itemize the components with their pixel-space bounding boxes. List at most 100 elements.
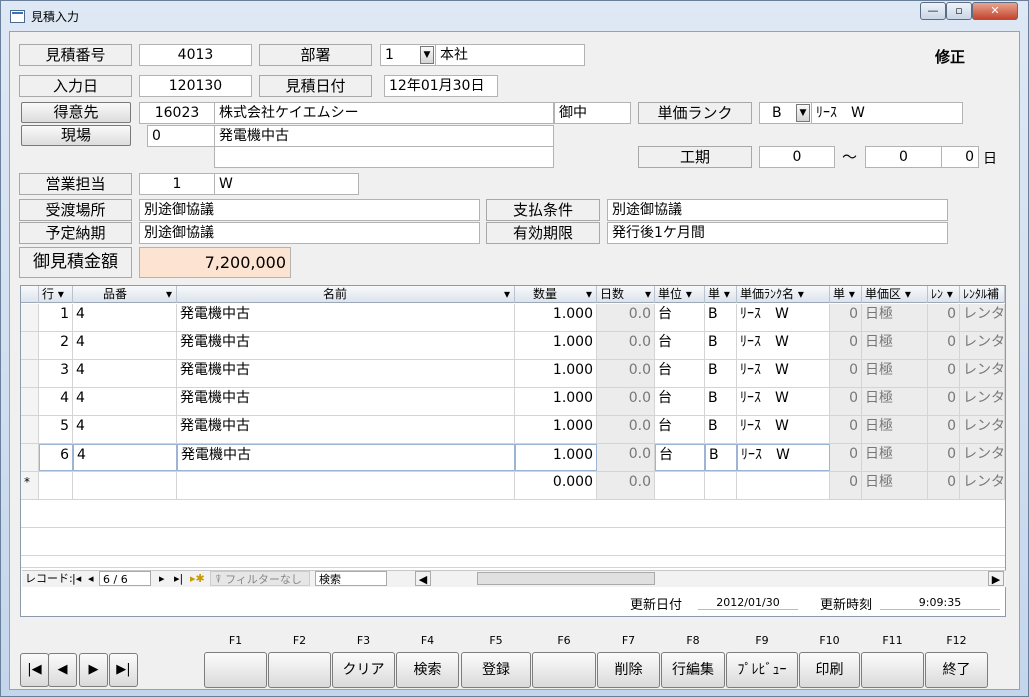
customer-button[interactable]: 得意先 — [21, 102, 131, 123]
first-record-button[interactable]: |◀ — [20, 653, 49, 687]
cell-rank[interactable]: B — [705, 304, 737, 331]
cell-rental[interactable]: レンタ — [960, 444, 1005, 471]
prev-record-button[interactable]: ◀ — [48, 653, 77, 687]
cell-name[interactable]: 発電機中古 — [177, 304, 515, 331]
cell-rank-name[interactable]: ﾘｰｽ W — [737, 332, 830, 359]
cell-qty[interactable]: 0.000 — [515, 472, 597, 499]
cell-code[interactable]: 4 — [73, 332, 177, 359]
cell-qty[interactable]: 1.000 — [515, 304, 597, 331]
cell-code[interactable]: 4 — [73, 388, 177, 415]
cell-name[interactable]: 発電機中古 — [177, 444, 515, 471]
cell-u[interactable]: 0 — [830, 360, 862, 387]
cell-rank-name[interactable] — [737, 472, 830, 499]
cell-days[interactable]: 0.0 — [597, 444, 655, 471]
cell-u[interactable]: 0 — [830, 444, 862, 471]
col-unit[interactable]: 単位 ▾ — [655, 286, 705, 303]
cell-unit[interactable]: 台 — [655, 388, 705, 415]
cell-days[interactable]: 0.0 — [597, 416, 655, 443]
cell-code[interactable]: 4 — [73, 304, 177, 331]
table-row[interactable]: 3 4 発電機中古 1.000 0.0 台 B ﾘｰｽ W 0 日極 0 レンタ — [21, 360, 1005, 388]
new-row[interactable]: * 0.000 0.0 0 日極 0 レンタ — [21, 472, 1005, 500]
cell-price-div[interactable]: 日極 — [862, 360, 928, 387]
fkey-button-f8[interactable]: 行編集 — [661, 652, 725, 688]
cell-rank-name[interactable]: ﾘｰｽ W — [737, 304, 830, 331]
table-row[interactable]: 4 4 発電機中古 1.000 0.0 台 B ﾘｰｽ W 0 日極 0 レンタ — [21, 388, 1005, 416]
cell-rank-name[interactable]: ﾘｰｽ W — [737, 416, 830, 443]
cell-rank-name[interactable]: ﾘｰｽ W — [737, 388, 830, 415]
col-days[interactable]: 日数 ▾ — [597, 286, 655, 303]
maximize-button[interactable]: ▫ — [946, 2, 972, 20]
cell-rental[interactable]: レンタ — [960, 416, 1005, 443]
customer-code-field[interactable]: 16023 — [139, 102, 215, 124]
fkey-button-f7[interactable]: 削除 — [597, 652, 660, 688]
cell-unit[interactable] — [655, 472, 705, 499]
cell-name[interactable]: 発電機中古 — [177, 416, 515, 443]
first-record-icon[interactable]: |◂ — [72, 571, 81, 586]
scroll-right-icon[interactable]: ▶ — [988, 571, 1004, 586]
cell-line[interactable]: 6 — [39, 444, 73, 471]
cell-u[interactable]: 0 — [830, 472, 862, 499]
cell-code[interactable]: 4 — [73, 444, 177, 471]
cell-u[interactable]: 0 — [830, 416, 862, 443]
fkey-button-f3[interactable]: クリア — [332, 652, 395, 688]
row-selector[interactable] — [21, 388, 39, 415]
cell-code[interactable]: 4 — [73, 360, 177, 387]
minimize-button[interactable]: — — [920, 2, 946, 20]
cell-rank-name[interactable]: ﾘｰｽ W — [737, 444, 830, 471]
col-code[interactable]: 品番 ▾ — [73, 286, 177, 303]
cell-u[interactable]: 0 — [830, 332, 862, 359]
next-record-icon[interactable]: ▸ — [159, 571, 165, 586]
due-field[interactable]: 別途御協議 — [139, 222, 480, 244]
col-r[interactable]: ﾚﾝ ▾ — [928, 286, 960, 303]
fkey-button-f10[interactable]: 印刷 — [799, 652, 860, 688]
fkey-button-f6[interactable] — [532, 652, 596, 688]
fkey-button-f4[interactable]: 検索 — [396, 652, 459, 688]
cell-rank[interactable]: B — [705, 360, 737, 387]
honorific-field[interactable]: 御中 — [554, 102, 631, 124]
col-price-div[interactable]: 単価区 ▾ — [862, 286, 928, 303]
record-position-input[interactable]: 6 / 6 — [99, 571, 151, 586]
col-u[interactable]: 単 ▾ — [830, 286, 862, 303]
cell-qty[interactable]: 1.000 — [515, 444, 597, 471]
cell-line[interactable]: 3 — [39, 360, 73, 387]
cell-u[interactable]: 0 — [830, 304, 862, 331]
table-row[interactable]: 6 4 発電機中古 1.000 0.0 台 B ﾘｰｽ W 0 日極 0 レンタ — [21, 444, 1005, 472]
cell-unit[interactable]: 台 — [655, 360, 705, 387]
customer-name-field[interactable]: 株式会社ケイエムシー — [214, 102, 554, 124]
cell-price-div[interactable]: 日極 — [862, 332, 928, 359]
cell-days[interactable]: 0.0 — [597, 332, 655, 359]
cell-rental[interactable]: レンタ — [960, 360, 1005, 387]
period-from-field[interactable]: 0 — [759, 146, 835, 168]
dept-code-select[interactable]: 1 ▼ — [380, 44, 436, 66]
cell-name[interactable]: 発電機中古 — [177, 360, 515, 387]
cell-price-div[interactable]: 日極 — [862, 472, 928, 499]
cell-days[interactable]: 0.0 — [597, 304, 655, 331]
cell-unit[interactable]: 台 — [655, 416, 705, 443]
cell-line[interactable]: 5 — [39, 416, 73, 443]
cell-rental[interactable]: レンタ — [960, 332, 1005, 359]
cell-rank-name[interactable]: ﾘｰｽ W — [737, 360, 830, 387]
cell-r[interactable]: 0 — [928, 416, 960, 443]
estimate-no-field[interactable]: 4013 — [139, 44, 252, 66]
cell-name[interactable] — [177, 472, 515, 499]
site-extra-field[interactable] — [214, 146, 554, 168]
period-days-field[interactable]: 0 — [941, 146, 979, 168]
cell-qty[interactable]: 1.000 — [515, 360, 597, 387]
fkey-button-f1[interactable] — [204, 652, 267, 688]
table-row[interactable]: 1 4 発電機中古 1.000 0.0 台 B ﾘｰｽ W 0 日極 0 レンタ — [21, 304, 1005, 332]
row-selector[interactable] — [21, 360, 39, 387]
cell-price-div[interactable]: 日極 — [862, 416, 928, 443]
row-selector[interactable] — [21, 304, 39, 331]
delivery-place-field[interactable]: 別途御協議 — [139, 199, 480, 221]
payment-field[interactable]: 別途御協議 — [607, 199, 948, 221]
cell-line[interactable]: 1 — [39, 304, 73, 331]
cell-r[interactable]: 0 — [928, 304, 960, 331]
chevron-down-icon[interactable]: ▼ — [420, 46, 434, 64]
cell-code[interactable] — [73, 472, 177, 499]
cell-name[interactable]: 発電機中古 — [177, 388, 515, 415]
cell-rank[interactable]: B — [705, 444, 737, 471]
cell-price-div[interactable]: 日極 — [862, 304, 928, 331]
col-rank-name[interactable]: 単価ﾗﾝｸ名 ▾ — [737, 286, 830, 303]
row-selector[interactable]: * — [21, 472, 39, 499]
fkey-button-f11[interactable] — [861, 652, 924, 688]
